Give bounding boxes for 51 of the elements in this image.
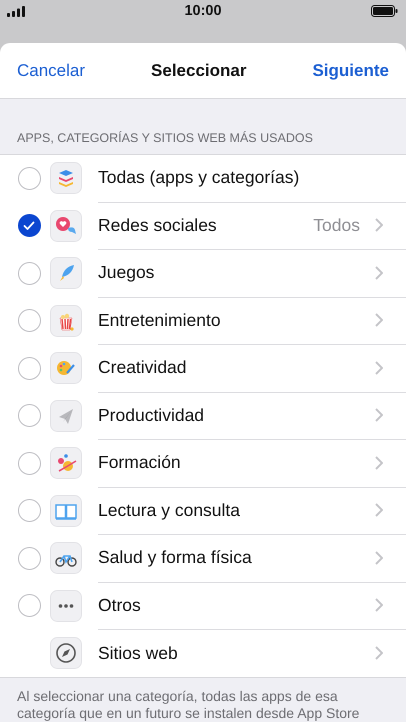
radio-button[interactable] <box>18 404 40 428</box>
radio-button[interactable] <box>18 166 40 190</box>
row-label: Salud y forma física <box>98 547 253 568</box>
next-button[interactable]: Siguiente <box>312 60 389 81</box>
radio-button[interactable] <box>18 356 40 380</box>
bicycle-icon <box>50 542 82 574</box>
row-label: Formación <box>98 452 182 474</box>
compass-icon <box>50 637 82 670</box>
row-label: Todas (apps y categorías) <box>98 167 300 188</box>
stack-icon <box>50 162 82 194</box>
row-detail: Todos <box>313 214 360 236</box>
radio-button[interactable] <box>18 546 40 570</box>
row-label: Sitios web <box>98 642 179 664</box>
row-label: Otros <box>98 594 142 616</box>
palette-icon <box>50 352 82 384</box>
list-row[interactable]: Entretenimiento <box>0 297 406 344</box>
row-label: Productividad <box>98 404 206 426</box>
list-row[interactable]: Formación <box>0 440 406 487</box>
cancel-button[interactable]: Cancelar <box>17 60 86 81</box>
radio-button[interactable] <box>18 594 40 618</box>
section-header: APPS, CATEGORÍAS Y SITIOS WEB MÁS USADOS <box>17 130 313 144</box>
radio-button[interactable] <box>18 214 40 238</box>
radio-button[interactable] <box>18 499 40 522</box>
status-time: 10:00 <box>184 3 222 19</box>
row-label: Lectura y consulta <box>98 500 242 521</box>
list-row[interactable]: Juegos <box>0 250 406 297</box>
footer-note: Al seleccionar una categoría, todas las apps de esa categoría que en un futuro se instalen desde App Store <box>17 688 360 722</box>
sheet-title: Seleccionar <box>151 60 246 81</box>
book-icon <box>50 494 82 527</box>
more-icon <box>50 590 82 622</box>
radio-button[interactable] <box>18 309 40 332</box>
row-label: Juegos <box>98 262 156 284</box>
list-row[interactable]: Lectura y consulta <box>0 487 406 534</box>
radio-button[interactable] <box>18 452 40 475</box>
row-label: Redes sociales <box>98 214 218 236</box>
radio-button[interactable] <box>18 262 40 285</box>
list-row[interactable]: Sitios web <box>0 630 406 677</box>
paper-plane-icon <box>50 400 82 432</box>
chat-bubbles-icon <box>50 210 82 242</box>
list-row[interactable]: Todas (apps y categorías) <box>0 154 406 202</box>
popcorn-icon <box>50 304 82 337</box>
row-label: Entretenimiento <box>98 310 222 331</box>
list-row[interactable]: Productividad <box>0 392 406 440</box>
list-row[interactable]: Redes sociales Todos <box>0 202 406 250</box>
checkmark-icon <box>23 220 35 231</box>
row-label: Creatividad <box>98 357 188 378</box>
planet-icon <box>50 447 82 480</box>
list-row[interactable]: Salud y forma física <box>0 534 406 582</box>
list-row[interactable]: Otros <box>0 582 406 630</box>
battery-icon <box>371 5 398 17</box>
list-row[interactable]: Creatividad <box>0 344 406 392</box>
